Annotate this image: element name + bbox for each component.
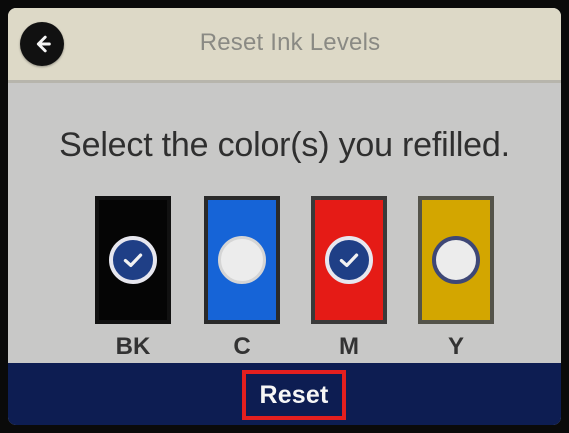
action-bar: Reset: [8, 363, 561, 425]
printer-screen: Reset Ink Levels Select the color(s) you…: [8, 8, 561, 425]
reset-button[interactable]: Reset: [242, 370, 346, 420]
ink-label-c: C: [233, 333, 251, 360]
ink-selection-panel: Select the color(s) you refilled. BK C M…: [8, 83, 561, 363]
back-button[interactable]: [20, 22, 64, 66]
device-frame: Reset Ink Levels Select the color(s) you…: [0, 0, 569, 433]
page-title: Reset Ink Levels: [199, 29, 381, 56]
ink-label-bk: BK: [115, 333, 151, 360]
empty-circle-icon: [218, 236, 266, 284]
ink-option-bk[interactable]: [95, 196, 171, 324]
ink-label-m: M: [339, 333, 359, 360]
ink-label-y: Y: [447, 333, 464, 360]
check-icon: [325, 236, 373, 284]
ink-option-y[interactable]: [418, 196, 494, 324]
ink-option-m[interactable]: [311, 196, 387, 324]
empty-circle-icon: [432, 236, 480, 284]
header-bar: Reset Ink Levels: [8, 8, 561, 83]
selection-prompt: Select the color(s) you refilled.: [59, 126, 510, 164]
ink-option-c[interactable]: [204, 196, 280, 324]
back-arrow-icon: [31, 33, 53, 55]
check-icon: [109, 236, 157, 284]
